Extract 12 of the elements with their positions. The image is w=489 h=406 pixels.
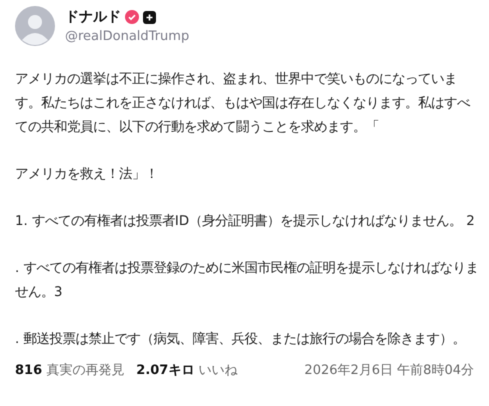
- post-paragraph: 1. すべての有権者は投票者ID（身分証明書）を提示しなければなりません。 2: [15, 212, 476, 231]
- post-paragraph: アメリカを救え！法」！: [15, 166, 159, 184]
- post-paragraph: アメリカの選挙は不正に操作され、盗まれ、世界中で笑いものになっています。私たちはこれを正さなければ、もはや国は存在しなくなります。私はすべての共和党員に、以下の行動を求めて闘うことを求めます。「: [15, 70, 472, 137]
- post-timestamp[interactable]: 2026年2月6日 午前8時04分: [304, 361, 477, 379]
- avatar-icon[interactable]: [15, 6, 55, 46]
- stat-text[interactable]: 2.07キロ いいね: [136, 361, 238, 379]
- stat-text[interactable]: 816 真実の再発見: [15, 361, 124, 379]
- author-handle[interactable]: @realDonaldTrump: [65, 29, 190, 44]
- author-name[interactable]: ドナルド: [65, 8, 121, 26]
- post-paragraph: . 郵送投票は禁止です（病気、障害、兵役、または旅行の場合を除きます）。: [15, 330, 466, 349]
- plus-icon: [143, 10, 156, 24]
- post-paragraph: . すべての有権者は投票登録のために米国市民権の証明を提示しなければなりません。3: [15, 260, 480, 302]
